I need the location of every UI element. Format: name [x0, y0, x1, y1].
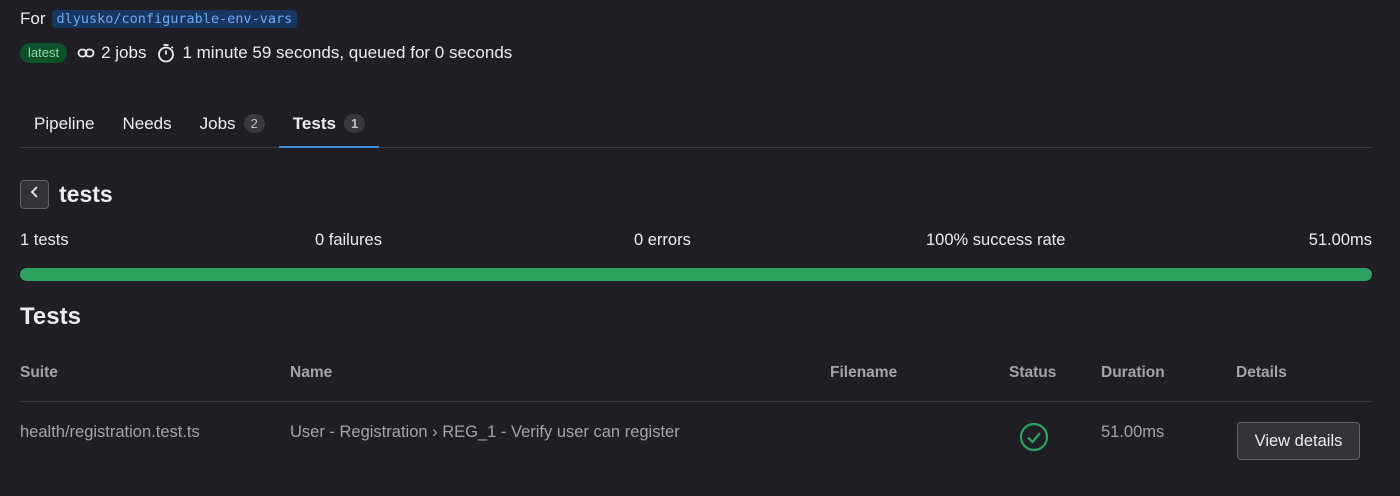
view-details-button[interactable]: View details — [1237, 422, 1360, 460]
summary-errors: 0 errors — [634, 231, 691, 249]
tab-count-badge: 1 — [343, 114, 366, 133]
table-row: health/registration.test.ts User - Regis… — [20, 402, 1372, 482]
test-duration-cell: 51.00ms — [1101, 423, 1165, 441]
column-header-suite: Suite — [20, 364, 58, 381]
summary-success-rate: 100% success rate — [926, 231, 1066, 249]
link-icon — [77, 44, 95, 62]
tab-needs[interactable]: Needs — [109, 100, 186, 147]
pipeline-page: For dlyusko/configurable-env-vars latest… — [0, 0, 1400, 496]
tab-label: Needs — [122, 113, 172, 133]
branch-ref-link[interactable]: dlyusko/configurable-env-vars — [51, 10, 298, 28]
latest-badge: latest — [20, 43, 68, 63]
pipeline-meta: latest 2 jobs 1 minute 59 seconds, queue… — [20, 43, 522, 63]
summary-duration: 51.00ms — [1308, 231, 1372, 249]
jobs-count-text: 2 jobs — [101, 43, 147, 62]
back-button[interactable] — [20, 180, 49, 209]
check-circle-icon — [1019, 422, 1049, 457]
test-summary: 1 tests 0 failures 0 errors 100% success… — [20, 231, 1372, 251]
tab-label: Pipeline — [34, 113, 95, 133]
pipeline-duration: 1 minute 59 seconds, queued for 0 second… — [156, 43, 512, 63]
tab-count-badge: 2 — [243, 114, 265, 133]
column-header-name: Name — [290, 364, 333, 381]
pipeline-tabs: Pipeline Needs Jobs 2 Tests 1 — [20, 100, 1372, 148]
column-header-details: Details — [1236, 364, 1287, 381]
tab-jobs[interactable]: Jobs 2 — [186, 100, 279, 147]
summary-tests: 1 tests — [20, 231, 69, 249]
tab-pipeline[interactable]: Pipeline — [20, 100, 109, 147]
suite-title: tests — [59, 181, 113, 207]
suite-header: tests — [20, 180, 113, 209]
jobs-count: 2 jobs — [77, 43, 146, 63]
tab-label: Jobs — [199, 113, 236, 133]
stopwatch-icon — [156, 43, 176, 63]
test-name-cell: User - Registration › REG_1 - Verify use… — [290, 423, 680, 441]
summary-failures: 0 failures — [315, 231, 382, 249]
tests-heading: Tests — [20, 303, 81, 330]
tab-tests[interactable]: Tests 1 — [278, 100, 380, 148]
column-header-duration: Duration — [1101, 364, 1165, 381]
column-header-filename: Filename — [830, 364, 898, 381]
success-progress-bar — [20, 268, 1372, 281]
pipeline-ref-line: For dlyusko/configurable-env-vars — [20, 9, 298, 29]
column-header-status: Status — [1009, 364, 1057, 381]
chevron-left-icon — [29, 185, 41, 204]
progress-fill — [20, 268, 1372, 281]
for-label: For — [20, 9, 46, 28]
tab-label: Tests — [292, 113, 336, 133]
pipeline-duration-text: 1 minute 59 seconds, queued for 0 second… — [182, 43, 513, 62]
test-suite-cell: health/registration.test.ts — [20, 423, 200, 441]
tests-table-header: Suite Name Filename Status Duration Deta… — [20, 362, 1372, 402]
